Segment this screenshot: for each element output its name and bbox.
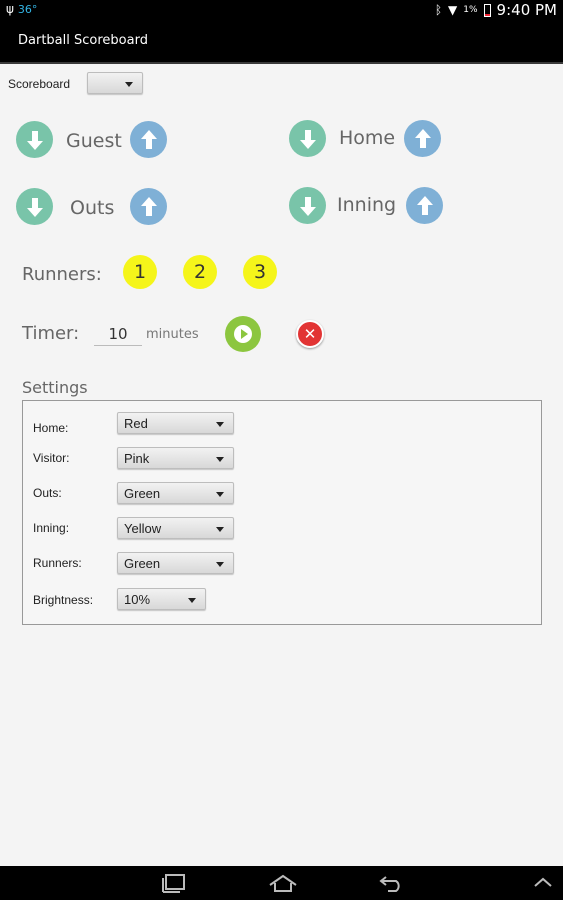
arrow-down-icon — [299, 129, 316, 149]
settings-panel — [22, 400, 542, 625]
arrow-down-icon — [26, 197, 43, 217]
runner-base-1[interactable]: 1 — [123, 255, 157, 289]
inning-up-button[interactable] — [406, 187, 443, 224]
brightness-select[interactable]: 10% — [117, 588, 206, 610]
status-right: ᛒ ▼ 1% 9:40 PM — [435, 1, 557, 19]
visitor-color-select[interactable]: Pink — [117, 447, 234, 469]
timer-minutes-input[interactable]: 10 — [94, 322, 142, 346]
play-icon — [234, 325, 252, 343]
status-left: ψ 36° — [6, 2, 37, 16]
settings-brightness-label: Brightness: — [33, 593, 94, 607]
home-down-button[interactable] — [289, 120, 326, 157]
scoreboard-select[interactable] — [87, 72, 143, 94]
guest-label: Guest — [66, 130, 122, 152]
settings-visitor-label: Visitor: — [33, 451, 70, 465]
temperature: 36° — [17, 2, 38, 16]
chevron-down-icon — [216, 457, 224, 462]
chevron-down-icon — [125, 82, 133, 87]
runner-base-2[interactable]: 2 — [183, 255, 217, 289]
brightness-value: 10% — [124, 592, 151, 607]
recent-apps-button[interactable] — [160, 873, 188, 897]
home-color-value: Red — [124, 416, 148, 431]
chevron-down-icon — [216, 527, 224, 532]
chevron-down-icon — [216, 562, 224, 567]
arrow-up-icon — [140, 196, 157, 216]
home-up-button[interactable] — [404, 120, 441, 157]
stop-timer-button[interactable]: ✕ — [296, 320, 324, 348]
runners-color-select[interactable]: Green — [117, 552, 234, 574]
usb-icon: ψ — [6, 2, 14, 16]
outs-down-button[interactable] — [16, 188, 53, 225]
chevron-down-icon — [188, 598, 196, 603]
outs-color-value: Green — [124, 486, 161, 501]
clock: 9:40 PM — [496, 1, 557, 19]
app-title: Dartball Scoreboard — [18, 33, 148, 48]
runner-base-3[interactable]: 3 — [243, 255, 277, 289]
inning-color-select[interactable]: Yellow — [117, 517, 234, 539]
back-button[interactable] — [378, 873, 406, 897]
scoreboard-label: Scoreboard — [8, 77, 71, 91]
chevron-up-icon — [534, 877, 552, 887]
arrow-up-icon — [416, 195, 433, 215]
inning-label: Inning — [337, 194, 397, 216]
guest-up-button[interactable] — [130, 121, 167, 158]
arrow-up-icon — [414, 128, 431, 148]
settings-runners-label: Runners: — [33, 556, 82, 570]
arrow-up-icon — [140, 129, 157, 149]
outs-up-button[interactable] — [130, 188, 167, 225]
outs-label: Outs — [70, 197, 115, 219]
timer-label: Timer: — [22, 323, 80, 344]
runners-label: Runners: — [22, 264, 102, 285]
home-nav-button[interactable] — [267, 873, 299, 897]
navigation-bar — [0, 866, 563, 900]
action-bar: Dartball Scoreboard — [0, 20, 563, 64]
menu-button[interactable] — [532, 873, 554, 897]
status-bar: ψ 36° ᛒ ▼ 1% 9:40 PM — [0, 0, 563, 20]
battery-icon — [483, 3, 491, 17]
settings-home-label: Home: — [33, 421, 69, 435]
home-icon — [269, 874, 297, 892]
inning-down-button[interactable] — [289, 187, 326, 224]
visitor-color-value: Pink — [124, 451, 150, 466]
arrow-down-icon — [26, 130, 43, 150]
arrow-down-icon — [299, 196, 316, 216]
home-color-select[interactable]: Red — [117, 412, 234, 434]
guest-down-button[interactable] — [16, 121, 53, 158]
settings-title: Settings — [22, 378, 88, 397]
runners-color-value: Green — [124, 556, 161, 571]
home-label: Home — [339, 127, 396, 149]
minutes-label: minutes — [146, 327, 199, 342]
battery-percent: 1% — [463, 5, 478, 15]
inning-color-value: Yellow — [124, 521, 162, 536]
start-timer-button[interactable] — [225, 316, 261, 352]
settings-outs-label: Outs: — [33, 486, 62, 500]
close-icon: ✕ — [303, 325, 317, 343]
recent-apps-icon — [162, 874, 185, 893]
outs-color-select[interactable]: Green — [117, 482, 234, 504]
settings-inning-label: Inning: — [33, 521, 70, 535]
bluetooth-icon: ᛒ — [434, 3, 443, 17]
chevron-down-icon — [216, 422, 224, 427]
wifi-icon: ▼ — [448, 3, 458, 17]
chevron-down-icon — [216, 492, 224, 497]
back-icon — [379, 876, 400, 892]
